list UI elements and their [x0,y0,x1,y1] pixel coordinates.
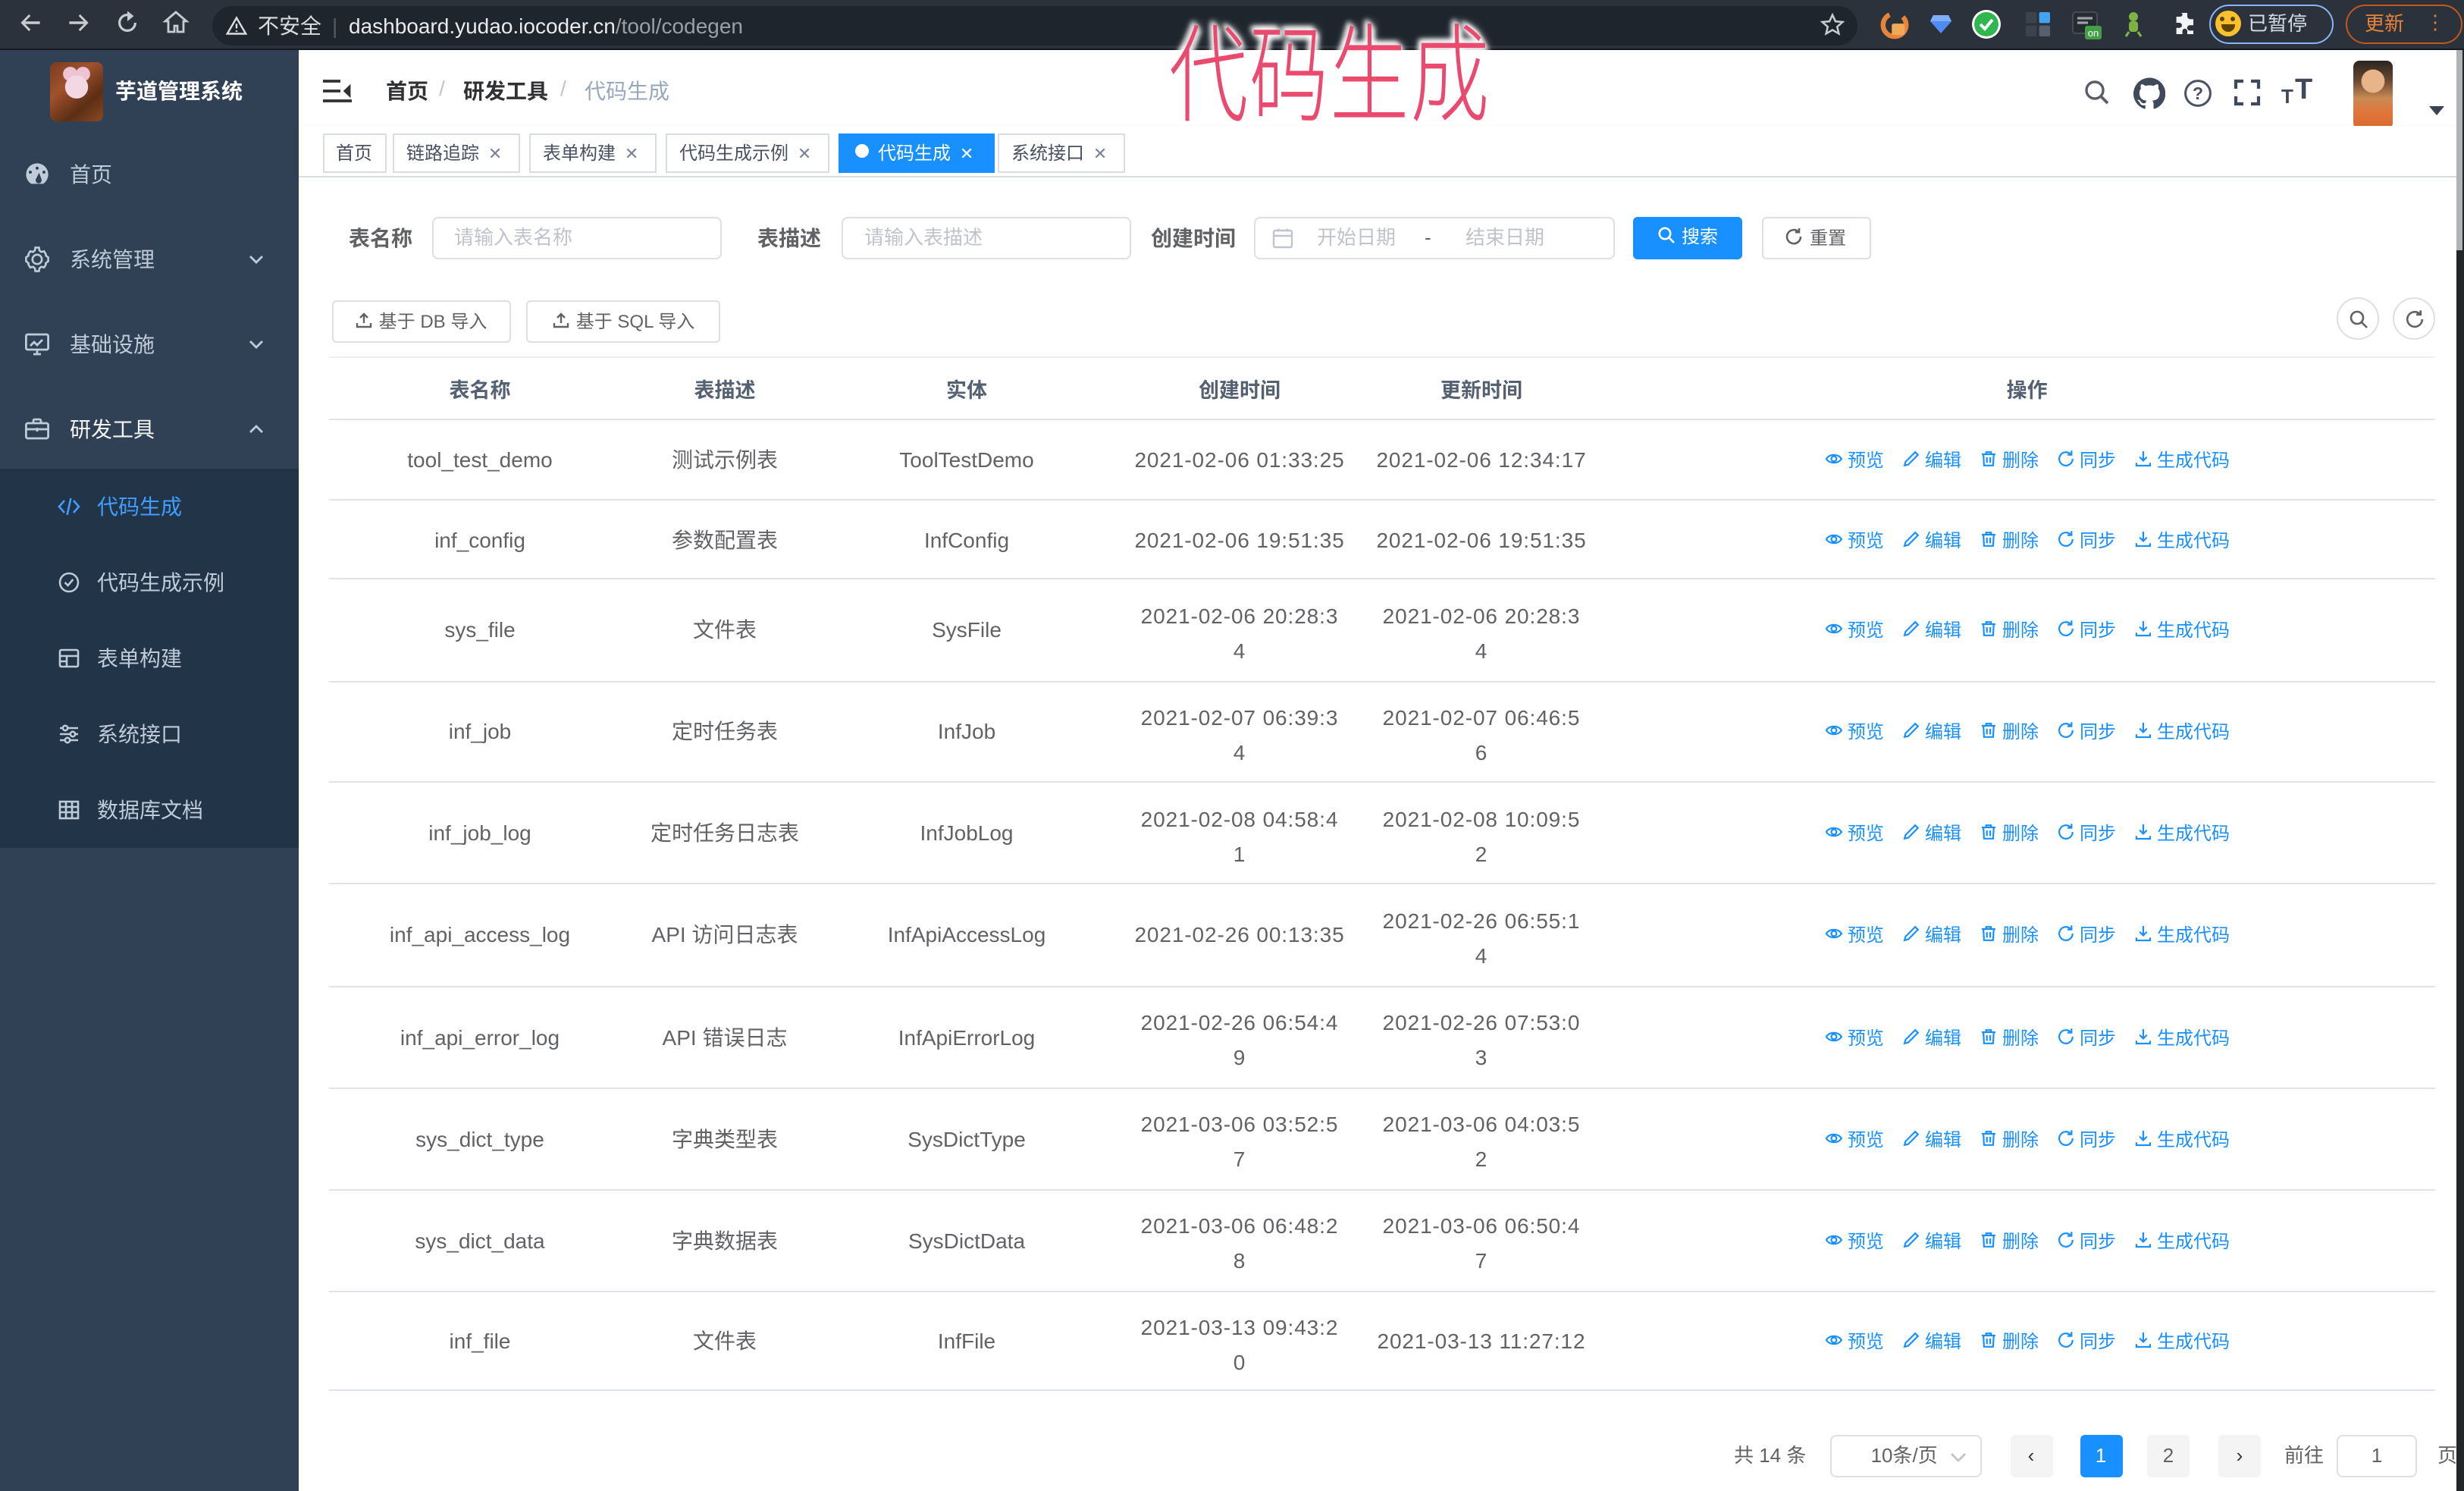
svg-text:on: on [2088,27,2099,39]
svg-text:?: ? [2192,83,2202,103]
